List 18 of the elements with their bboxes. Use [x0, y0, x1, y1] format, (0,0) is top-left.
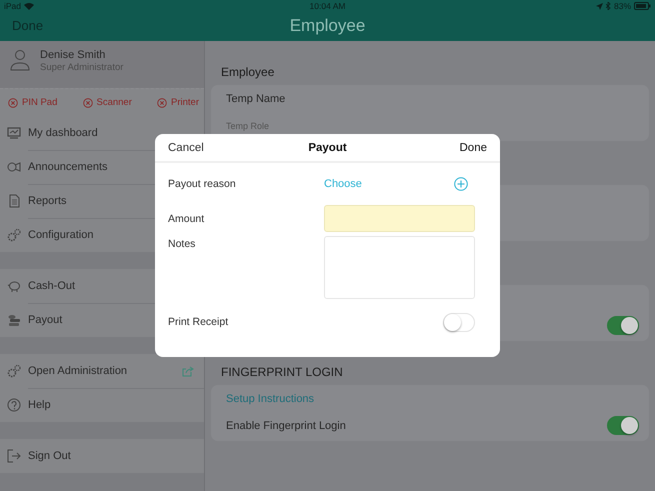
field-label: Notes — [168, 237, 196, 252]
device-status: Scanner — [82, 97, 132, 108]
section-heading: FINGERPRINT LOGIN — [221, 365, 343, 379]
field-label: Print Receipt — [168, 316, 230, 328]
screen-title: Employee — [290, 16, 366, 36]
status-time: 10:04 AM — [310, 1, 346, 11]
employee-name: Temp Name — [226, 92, 286, 104]
section-heading: Employee — [221, 65, 274, 79]
user-name: Denise Smith — [40, 49, 106, 61]
field-label: Amount — [168, 212, 206, 224]
device-status: Printer — [157, 97, 199, 108]
device-name: iPad — [4, 1, 22, 11]
field-label: Payout reason — [168, 178, 237, 190]
device-status: PIN Pad — [8, 97, 58, 108]
setting-label: Enable Fingerprint Login — [226, 420, 346, 432]
employee-role: Temp Role — [226, 120, 270, 130]
battery-percent: 83% — [614, 1, 631, 11]
dialog-title: Payout — [308, 142, 347, 154]
